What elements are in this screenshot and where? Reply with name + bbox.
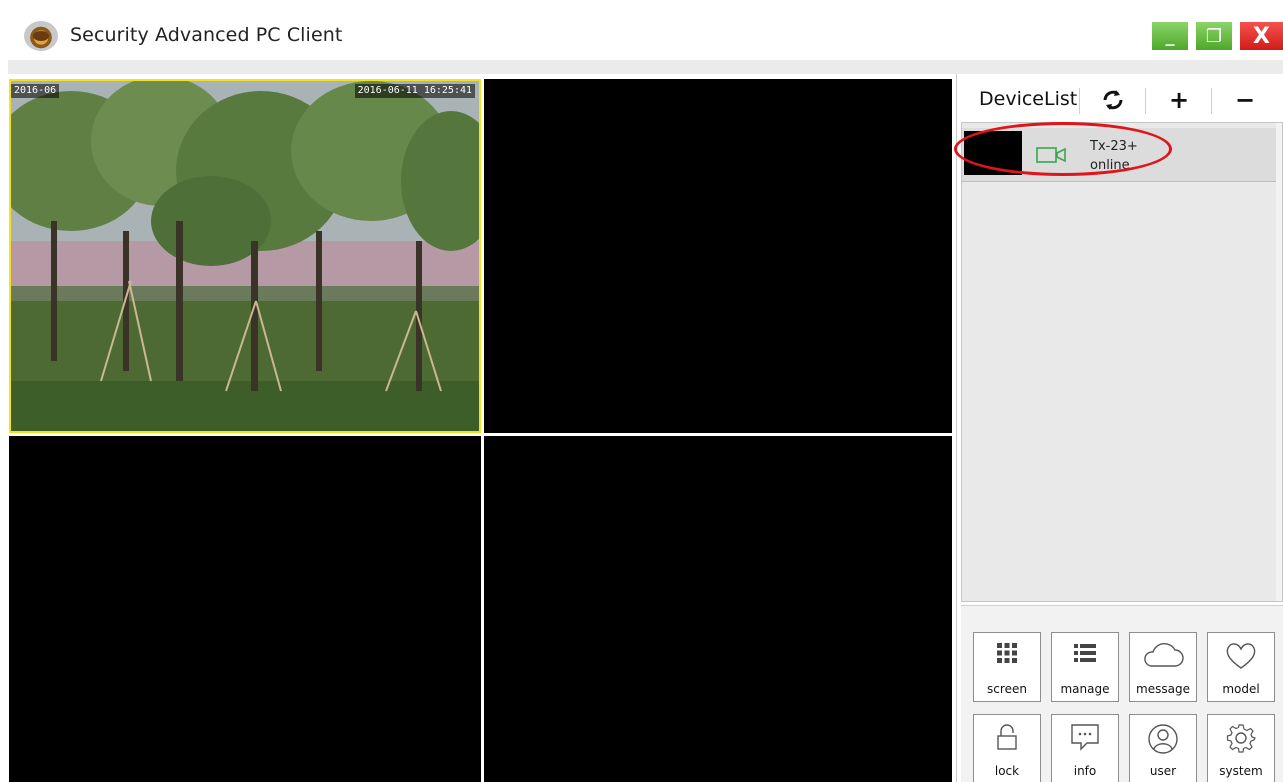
- screen-button[interactable]: screen: [973, 632, 1041, 702]
- device-list-header: DeviceList + −: [957, 74, 1283, 122]
- video-cell-4[interactable]: [484, 436, 952, 782]
- system-button[interactable]: system: [1207, 714, 1275, 782]
- lock-button[interactable]: lock: [973, 714, 1041, 782]
- osd-timestamp: 2016-06-11 16:25:41: [354, 84, 475, 98]
- function-panel: screen manage message model lock info us…: [961, 605, 1283, 782]
- app-logo-icon: [24, 21, 58, 51]
- title-bar: Security Advanced PC Client _ ❐ X: [0, 0, 1283, 60]
- message-button[interactable]: message: [1129, 632, 1197, 702]
- app-title: Security Advanced PC Client: [70, 24, 343, 46]
- device-list: Tx-23+ online: [954, 122, 1283, 602]
- device-list-title: DeviceList: [979, 88, 1078, 110]
- osd-channel-label: 2016-06: [11, 84, 60, 98]
- video-cell-2[interactable]: [484, 79, 952, 433]
- gear-icon: [1226, 724, 1256, 753]
- heart-icon: [1226, 643, 1256, 669]
- video-grid: 2016-06 2016-06-11 16:25:41: [8, 74, 956, 782]
- screen-label: screen: [987, 682, 1027, 696]
- refresh-button[interactable]: [1095, 84, 1131, 116]
- divider: [1211, 88, 1212, 114]
- toolbar-strip: [8, 60, 1283, 74]
- divider: [1145, 88, 1146, 114]
- manage-button[interactable]: manage: [1051, 632, 1119, 702]
- system-label: system: [1219, 764, 1263, 778]
- user-button[interactable]: user: [1129, 714, 1197, 782]
- model-label: model: [1222, 682, 1260, 696]
- cloud-icon: [1144, 643, 1184, 667]
- device-list-scrollbar[interactable]: [1276, 123, 1282, 601]
- message-label: message: [1136, 682, 1190, 696]
- device-thumbnail: [964, 131, 1022, 175]
- lock-label: lock: [994, 764, 1020, 778]
- lock-icon: [997, 724, 1017, 750]
- device-list-item[interactable]: Tx-23+ online: [954, 122, 1278, 182]
- video-cell-1[interactable]: 2016-06 2016-06-11 16:25:41: [9, 79, 481, 433]
- camera-icon: [1036, 147, 1066, 163]
- grid-icon: [997, 643, 1017, 663]
- manage-label: manage: [1060, 682, 1110, 696]
- info-button[interactable]: info: [1051, 714, 1119, 782]
- remove-device-button[interactable]: −: [1227, 84, 1263, 116]
- list-icon: [1074, 644, 1096, 662]
- divider: [1079, 88, 1080, 114]
- chat-icon: [1071, 724, 1099, 751]
- add-device-button[interactable]: +: [1161, 84, 1197, 116]
- user-icon: [1148, 724, 1178, 754]
- video-cell-3[interactable]: [9, 436, 481, 782]
- restore-button[interactable]: ❐: [1196, 22, 1232, 50]
- model-button[interactable]: model: [1207, 632, 1275, 702]
- right-panel: DeviceList + − Tx-23+ online screen mana…: [954, 74, 1283, 782]
- device-status: online: [1090, 158, 1130, 173]
- device-name: Tx-23+: [1090, 139, 1138, 154]
- user-label: user: [1149, 764, 1177, 778]
- camera-feed-image: [11, 81, 479, 431]
- close-button[interactable]: X: [1240, 22, 1283, 50]
- refresh-icon: [1103, 90, 1123, 110]
- info-label: info: [1073, 764, 1097, 778]
- minimize-button[interactable]: _: [1152, 22, 1188, 50]
